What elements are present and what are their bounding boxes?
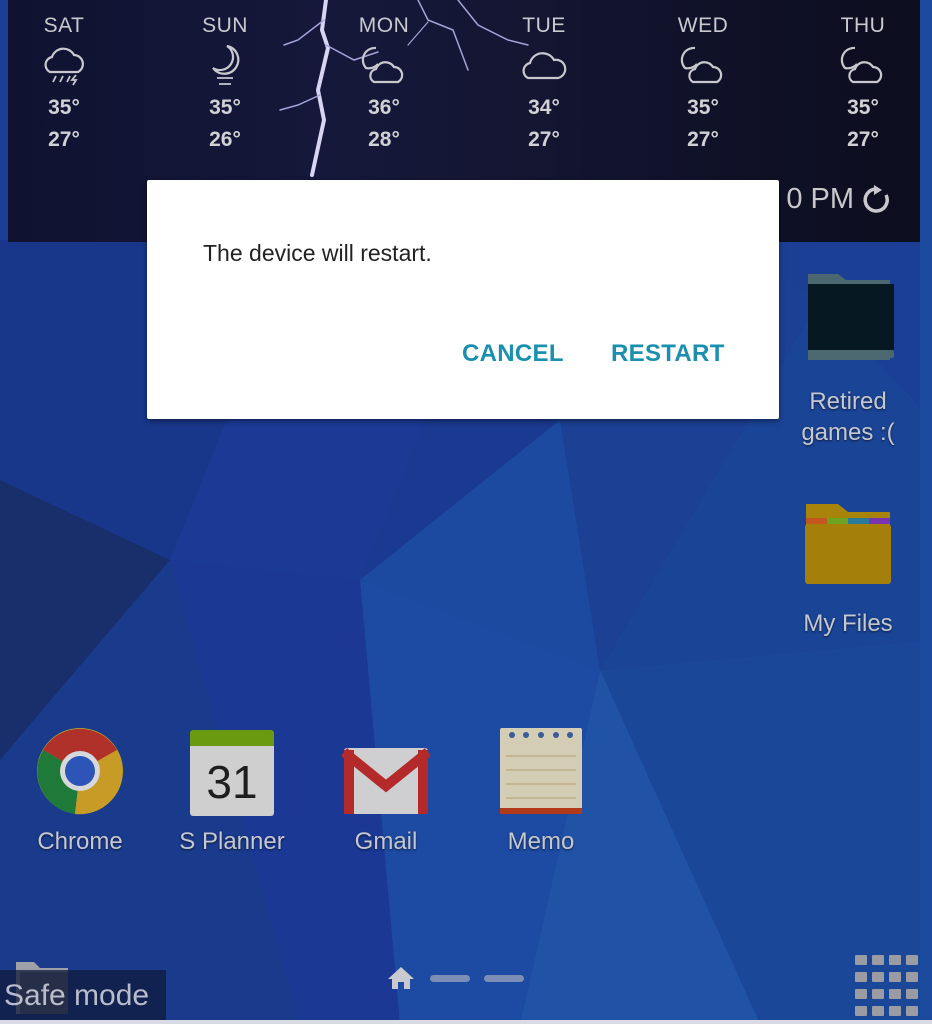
apps-grid-icon[interactable] — [855, 955, 918, 1016]
day-name: THU — [840, 14, 886, 37]
folder-retired-games[interactable]: Retired games :( — [790, 268, 906, 448]
gmail-icon — [342, 748, 430, 814]
page-indicator[interactable] — [386, 965, 524, 991]
home-page-icon[interactable] — [386, 965, 416, 991]
chrome-icon — [37, 728, 123, 815]
calendar-date: 31 — [206, 756, 258, 808]
app-label: Memo — [507, 828, 575, 855]
low-temp: 28° — [368, 128, 400, 151]
app-chrome[interactable]: Chrome — [20, 724, 140, 857]
memo-icon — [500, 728, 582, 814]
screen-edge — [920, 0, 932, 1024]
forecast-day: TUE 34° 27° — [484, 12, 604, 156]
app-s-planner[interactable]: 31 S Planner — [171, 724, 293, 857]
partly-cloudy-night-icon — [643, 40, 763, 92]
day-name: SUN — [202, 14, 248, 37]
app-label: S Planner — [179, 828, 285, 855]
forecast-day: WED 35° 27° — [643, 12, 763, 156]
screen-edge — [0, 1020, 932, 1024]
day-name: TUE — [522, 14, 566, 37]
forecast-day: SUN 35° 26° — [165, 12, 285, 156]
moon-fog-icon — [165, 40, 285, 92]
partly-cloudy-night-icon — [803, 40, 920, 92]
low-temp: 27° — [847, 128, 879, 151]
folder-label: Retired games :( — [801, 388, 895, 446]
safe-mode-indicator: Safe mode — [0, 970, 166, 1020]
folder-dark-icon — [808, 274, 894, 360]
app-gmail[interactable]: Gmail — [326, 724, 446, 857]
low-temp: 27° — [687, 128, 719, 151]
updated-time-text: 0 PM — [786, 183, 854, 215]
app-memo[interactable]: Memo — [481, 724, 601, 857]
partly-cloudy-night-icon — [324, 40, 444, 92]
page-dot[interactable] — [430, 974, 470, 982]
forecast-day: SAT 35° 27° — [8, 12, 124, 156]
page-dot[interactable] — [484, 974, 524, 982]
cloud-icon — [484, 40, 604, 92]
refresh-icon[interactable] — [860, 184, 892, 216]
dialog-message: The device will restart. — [203, 240, 432, 266]
low-temp: 26° — [209, 128, 241, 151]
low-temp: 27° — [528, 128, 560, 151]
high-temp: 35° — [209, 96, 241, 119]
restart-button[interactable]: RESTART — [611, 340, 725, 368]
app-label: Gmail — [354, 828, 418, 855]
cancel-button[interactable]: CANCEL — [462, 340, 564, 368]
high-temp: 35° — [687, 96, 719, 119]
day-name: MON — [358, 14, 410, 37]
day-name: SAT — [43, 14, 85, 37]
calendar-icon: 31 — [190, 730, 274, 816]
forecast-row: SAT 35° 27° SUN 35° 26° MON 36° 28° TUE — [8, 0, 920, 175]
folder-my-files[interactable]: My Files — [790, 498, 906, 639]
low-temp: 27° — [48, 128, 80, 151]
high-temp: 34° — [528, 96, 560, 119]
high-temp: 35° — [48, 96, 80, 119]
restart-dialog: The device will restart. CANCEL RESTART — [147, 180, 779, 419]
high-temp: 36° — [368, 96, 400, 119]
my-files-folder-icon — [805, 504, 891, 584]
forecast-day: THU 35° 27° — [803, 12, 920, 156]
forecast-day: MON 36° 28° — [324, 12, 444, 156]
high-temp: 35° — [847, 96, 879, 119]
day-name: WED — [677, 14, 729, 37]
folder-label: My Files — [803, 610, 893, 637]
updated-time: 0 PM — [786, 183, 892, 216]
app-label: Chrome — [37, 828, 123, 855]
thunderstorm-icon — [8, 40, 124, 92]
